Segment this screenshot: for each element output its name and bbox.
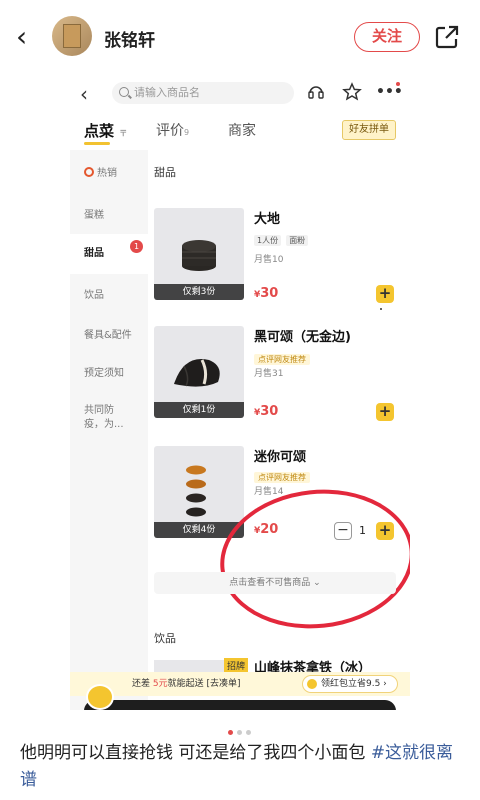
add-button[interactable]: + [376, 403, 394, 421]
coupon-icon [307, 679, 317, 689]
tab-order[interactable]: 点菜 〒 [84, 120, 127, 141]
pager-dot [228, 730, 233, 735]
avatar[interactable] [52, 16, 92, 56]
sidebar-item-cake[interactable]: 蛋糕 [70, 206, 148, 226]
product-image-dadi[interactable]: 仅剩3份 [154, 208, 244, 300]
recommend-tag: 点评网友推荐 [254, 354, 310, 365]
recommend-tag: 点评网友推荐 [254, 472, 310, 483]
pager-dot [237, 730, 242, 735]
coupon-button[interactable]: 领红包立省9.5 › [302, 675, 398, 693]
post-caption: 他明明可以直接抢钱 可还是给了我四个小面包 #这就很离谱 [20, 743, 454, 790]
search-icon [119, 87, 129, 97]
sidebar-item-drinks[interactable]: 饮品 [70, 286, 148, 306]
section-title-drinks: 饮品 [154, 632, 176, 645]
image-pager [226, 720, 253, 739]
cart-count-badge: 1 [130, 240, 143, 253]
embedded-screenshot: ‹ 请输入商品名 ••• 点菜 〒 评价9 商家 好友拼单 热销 蛋糕 甜品 1… [70, 70, 410, 710]
product-image-black-croissant[interactable]: 仅剩1份 [154, 326, 244, 418]
customer-service-icon[interactable] [306, 82, 326, 102]
product-price: ¥30 [254, 286, 279, 301]
sidebar-item-epidemic[interactable]: 共同防疫，为... [70, 404, 140, 432]
mascot-icon [86, 684, 114, 710]
search-input[interactable]: 请输入商品名 [112, 82, 294, 104]
minimum-order-text: 还差 5元就能起送 [去凑单] [132, 679, 241, 689]
signature-badge: 招牌 [224, 658, 249, 673]
product-name: 迷你可颂 [254, 450, 307, 465]
add-more-link[interactable]: [去凑单] [207, 679, 241, 689]
product-name: 黑可颂（无金边) [254, 330, 351, 345]
product-name: 大地 [254, 212, 281, 227]
product-tag: 1人份 [254, 235, 282, 246]
stock-label: 仅剩3份 [154, 284, 244, 300]
favorite-star-icon[interactable] [342, 82, 362, 102]
sidebar-item-hot[interactable]: 热销 [70, 164, 148, 184]
notification-dot [396, 82, 400, 86]
dot-mark [380, 308, 382, 310]
product-tag: 面粉 [286, 235, 309, 246]
pager-dot [246, 730, 251, 735]
stock-label: 仅剩1份 [154, 402, 244, 418]
follow-button[interactable]: 关注 [354, 22, 420, 52]
group-order-button[interactable]: 好友拼单 [342, 120, 396, 140]
add-button[interactable]: + [376, 285, 394, 303]
tab-merchant[interactable]: 商家 [228, 120, 256, 140]
sidebar-item-booking-notes[interactable]: 预定须知 [70, 364, 148, 384]
monthly-sales: 月售14 [254, 487, 284, 497]
back-arrow-icon[interactable]: ‹ [16, 22, 38, 52]
tab-reviews[interactable]: 评价9 [156, 120, 189, 140]
monthly-sales: 月售10 [254, 255, 284, 265]
product-image-mini-croissant[interactable]: 仅剩4份 [154, 446, 244, 538]
author-name[interactable]: 张铭轩 [104, 26, 155, 51]
share-icon[interactable] [434, 24, 460, 50]
flame-icon [84, 167, 94, 177]
more-icon[interactable]: ••• [376, 82, 403, 102]
cart-bar[interactable] [84, 700, 396, 710]
view-unavailable-button[interactable]: 点击查看不可售商品 ⌄ [154, 572, 396, 594]
active-tab-indicator [84, 142, 110, 145]
sidebar-item-tableware[interactable]: 餐具&配件 [70, 326, 148, 346]
monthly-sales: 月售31 [254, 369, 284, 379]
section-title-dessert: 甜品 [154, 166, 176, 179]
app-back-icon[interactable]: ‹ [80, 82, 88, 106]
product-price: ¥30 [254, 404, 279, 419]
